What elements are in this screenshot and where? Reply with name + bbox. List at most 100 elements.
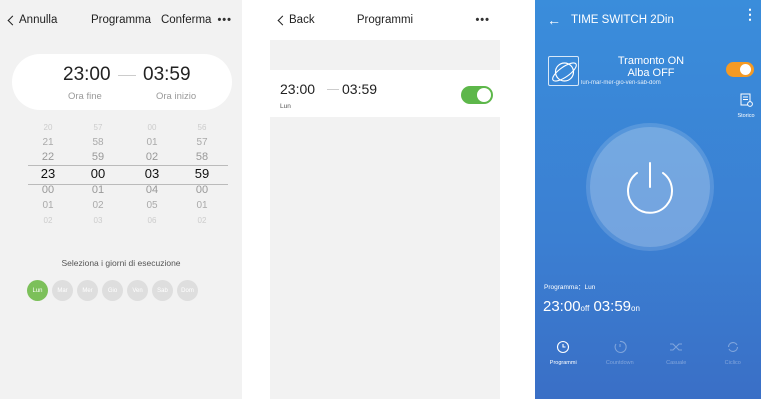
tab-label: Countdown xyxy=(605,360,634,366)
power-icon xyxy=(627,162,673,214)
start-time[interactable]: 03:59 xyxy=(143,64,191,86)
wheel-value: 04 xyxy=(145,184,159,196)
back-arrow-icon[interactable]: ← xyxy=(547,12,561,28)
days-section-title: Seleziona i giorni di esecuzione xyxy=(61,258,181,268)
program-edit-screen: Annulla Programma Conferma ••• 23:00 03:… xyxy=(0,0,242,399)
wheel-selected-value: 59 xyxy=(194,166,210,181)
more-vertical-icon[interactable]: ⋮ xyxy=(743,7,757,21)
tab-ciclico[interactable]: Ciclico xyxy=(705,340,762,366)
end-hour-wheel[interactable]: 20 21 22 23 00 01 02 xyxy=(28,120,68,228)
tab-programmi[interactable]: Programmi xyxy=(535,340,592,366)
toggle-knob xyxy=(477,88,491,102)
wheel-value: 02 xyxy=(197,216,207,225)
more-icon[interactable]: ••• xyxy=(475,14,490,26)
sunset-sunrise-status: Tramonto ON Alba OFF xyxy=(581,55,721,79)
history-button[interactable]: Storico xyxy=(731,93,761,119)
back-button[interactable]: Back xyxy=(277,14,315,26)
wheel-value: 00 xyxy=(147,123,157,132)
device-title: TIME SWITCH 2Din xyxy=(571,14,674,26)
wheel-value: 00 xyxy=(195,184,209,196)
chevron-left-icon xyxy=(277,15,288,25)
confirm-button[interactable]: Conferma xyxy=(161,14,212,26)
cycle-icon xyxy=(705,340,762,360)
day-sunday[interactable]: Dom xyxy=(177,280,198,301)
range-divider xyxy=(327,89,339,90)
power-button-face xyxy=(590,127,710,247)
wheel-value: 02 xyxy=(43,216,53,225)
wheel-value: 01 xyxy=(91,184,105,196)
on-time: 03:59 xyxy=(593,298,632,315)
active-days: lun-mar-mer-gio-ven-sab-dom xyxy=(581,80,661,86)
end-minute-wheel[interactable]: 57 58 59 00 01 02 03 xyxy=(78,120,118,228)
power-button[interactable] xyxy=(586,123,714,251)
day-thursday[interactable]: Gio xyxy=(102,280,123,301)
wheel-value: 59 xyxy=(91,151,105,163)
program-times: 23:00off 03:59on xyxy=(543,298,640,315)
off-time: 23:00 xyxy=(543,298,581,315)
day-friday[interactable]: Ven xyxy=(127,280,148,301)
day-wednesday[interactable]: Mer xyxy=(77,280,98,301)
day-saturday[interactable]: Sab xyxy=(152,280,173,301)
picker-highlight-bottom xyxy=(28,184,228,185)
wheel-value: 57 xyxy=(93,123,103,132)
shuffle-icon xyxy=(648,340,705,360)
range-divider xyxy=(118,75,136,76)
globe-icon xyxy=(548,56,579,86)
wheel-value: 57 xyxy=(196,137,208,148)
tab-countdown[interactable]: Countdown xyxy=(592,340,649,366)
end-time-label: Ora fine xyxy=(68,91,102,102)
wheel-value: 06 xyxy=(147,216,157,225)
wheel-value: 20 xyxy=(43,123,53,132)
picker-highlight-top xyxy=(28,165,228,166)
wheel-value: 58 xyxy=(195,151,209,163)
day-monday[interactable]: Lun xyxy=(27,280,48,301)
tab-label: Ciclico xyxy=(724,360,741,366)
cancel-label: Annulla xyxy=(19,14,58,26)
navigation-bar: Back Programmi ••• xyxy=(270,0,500,40)
device-screen: ← TIME SWITCH 2Din ⋮ Tramonto ON Alba OF… xyxy=(535,0,761,399)
navigation-bar: Annulla Programma Conferma ••• xyxy=(0,0,242,40)
tab-label: Casuale xyxy=(666,360,687,366)
wheel-selected-value: 03 xyxy=(144,166,160,181)
time-range-card: 23:00 03:59 Ora fine Ora inizio xyxy=(12,54,232,110)
wheel-value: 56 xyxy=(197,123,207,132)
tab-casuale[interactable]: Casuale xyxy=(648,340,705,366)
start-minute-wheel[interactable]: 56 57 58 59 00 01 02 xyxy=(182,120,222,228)
sunrise-status: Alba OFF xyxy=(627,67,675,79)
program-enabled-toggle[interactable] xyxy=(461,86,493,104)
off-suffix: off xyxy=(580,304,590,313)
time-picker-wheels[interactable]: 20 21 22 23 00 01 02 57 58 59 00 01 02 0… xyxy=(28,120,228,230)
day-selector: Lun Mar Mer Gio Ven Sab Dom xyxy=(27,280,198,301)
device-switch-toggle[interactable] xyxy=(726,62,754,77)
program-list-screen: Back Programmi ••• 23:00 03:59 Lun xyxy=(270,0,500,399)
program-days: Lun xyxy=(280,103,291,110)
end-time[interactable]: 23:00 xyxy=(63,64,111,86)
on-suffix: on xyxy=(631,304,640,313)
cancel-button[interactable]: Annulla xyxy=(7,14,57,26)
wheel-value: 58 xyxy=(92,137,104,148)
wheel-value: 05 xyxy=(146,200,158,211)
tab-label: Programmi xyxy=(549,360,577,366)
wheel-selected-value: 23 xyxy=(40,166,56,181)
sunset-status: Tramonto ON xyxy=(617,55,685,67)
start-hour-wheel[interactable]: 00 01 02 03 04 05 06 xyxy=(132,120,172,228)
wheel-value: 01 xyxy=(146,137,158,148)
wheel-value: 21 xyxy=(42,137,54,148)
chevron-left-icon xyxy=(7,15,18,25)
wheel-value: 01 xyxy=(42,200,54,211)
wheel-value: 01 xyxy=(196,200,208,211)
wheel-value: 00 xyxy=(41,184,55,196)
device-header: ← TIME SWITCH 2Din ⋮ xyxy=(535,0,761,42)
day-tuesday[interactable]: Mar xyxy=(52,280,73,301)
history-label: Storico xyxy=(737,113,755,119)
wheel-value: 02 xyxy=(145,151,159,163)
wheel-value: 22 xyxy=(41,151,55,163)
toggle-knob xyxy=(740,64,751,75)
bottom-tab-bar: Programmi Countdown Casuale Ciclico xyxy=(535,340,761,366)
start-time-label: Ora inizio xyxy=(156,91,197,102)
program-end-time: 03:59 xyxy=(342,81,378,97)
wheel-selected-value: 00 xyxy=(90,166,106,181)
history-icon xyxy=(740,93,753,111)
program-label: Programma：Lun xyxy=(544,284,596,291)
more-icon[interactable]: ••• xyxy=(217,14,232,26)
